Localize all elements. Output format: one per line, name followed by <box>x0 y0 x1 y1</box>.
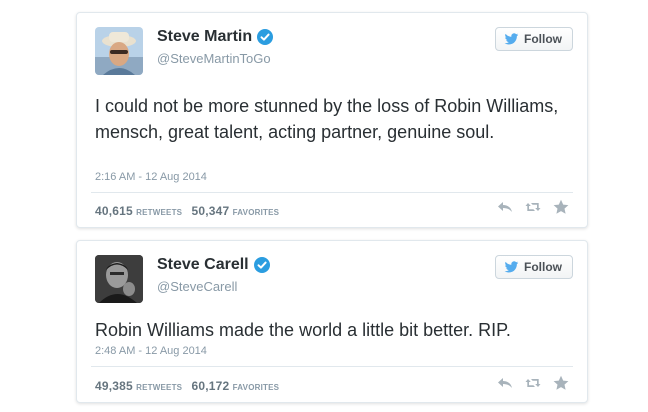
verified-badge-icon <box>257 29 274 45</box>
tweet-stats: 49,385 RETWEETS 60,172 FAVORITES <box>95 379 285 393</box>
follow-label: Follow <box>524 260 562 274</box>
retweet-label: RETWEETS <box>136 208 183 217</box>
follow-button[interactable]: Follow <box>495 27 573 51</box>
twitter-bird-icon <box>504 260 519 272</box>
star-icon[interactable] <box>553 375 569 391</box>
follow-button[interactable]: Follow <box>495 255 573 279</box>
retweet-count[interactable]: 40,615 <box>95 204 133 218</box>
follow-label: Follow <box>524 32 562 46</box>
user-handle[interactable]: @SteveMartinToGo <box>157 51 271 66</box>
tweet-stats: 40,615 RETWEETS 50,347 FAVORITES <box>95 204 285 218</box>
favorite-count[interactable]: 50,347 <box>191 204 229 218</box>
avatar[interactable] <box>95 27 143 75</box>
user-handle[interactable]: @SteveCarell <box>157 279 237 294</box>
twitter-bird-icon <box>504 32 519 44</box>
display-name-text[interactable]: Steve Martin <box>157 28 252 46</box>
verified-badge-icon <box>253 257 270 273</box>
tweet-actions <box>497 199 569 215</box>
display-name[interactable]: Steve Carell <box>157 256 270 274</box>
display-name-text[interactable]: Steve Carell <box>157 256 249 274</box>
retweet-icon[interactable] <box>525 375 541 391</box>
tweet-text: I could not be more stunned by the loss … <box>95 96 559 142</box>
tweet-card: Steve Martin @SteveMartinToGo Follow I c… <box>76 12 588 228</box>
favorite-label: FAVORITES <box>232 208 280 217</box>
tweet-actions <box>497 375 569 391</box>
star-icon[interactable] <box>553 199 569 215</box>
retweet-label: RETWEETS <box>136 383 183 392</box>
avatar[interactable] <box>95 255 143 303</box>
retweet-count[interactable]: 49,385 <box>95 379 133 393</box>
tweet-text: Robin Williams made the world a little b… <box>95 320 511 340</box>
favorite-label: FAVORITES <box>232 383 280 392</box>
display-name[interactable]: Steve Martin <box>157 28 274 46</box>
reply-icon[interactable] <box>497 375 513 391</box>
divider <box>91 192 573 193</box>
tweet-card: Steve Carell @SteveCarell Follow Robin W… <box>76 240 588 403</box>
retweet-icon[interactable] <box>525 199 541 215</box>
tweet-timestamp[interactable]: 2:16 AM - 12 Aug 2014 <box>95 171 207 183</box>
divider <box>91 366 573 367</box>
reply-icon[interactable] <box>497 199 513 215</box>
tweet-timestamp[interactable]: 2:48 AM - 12 Aug 2014 <box>95 345 207 357</box>
favorite-count[interactable]: 60,172 <box>191 379 229 393</box>
